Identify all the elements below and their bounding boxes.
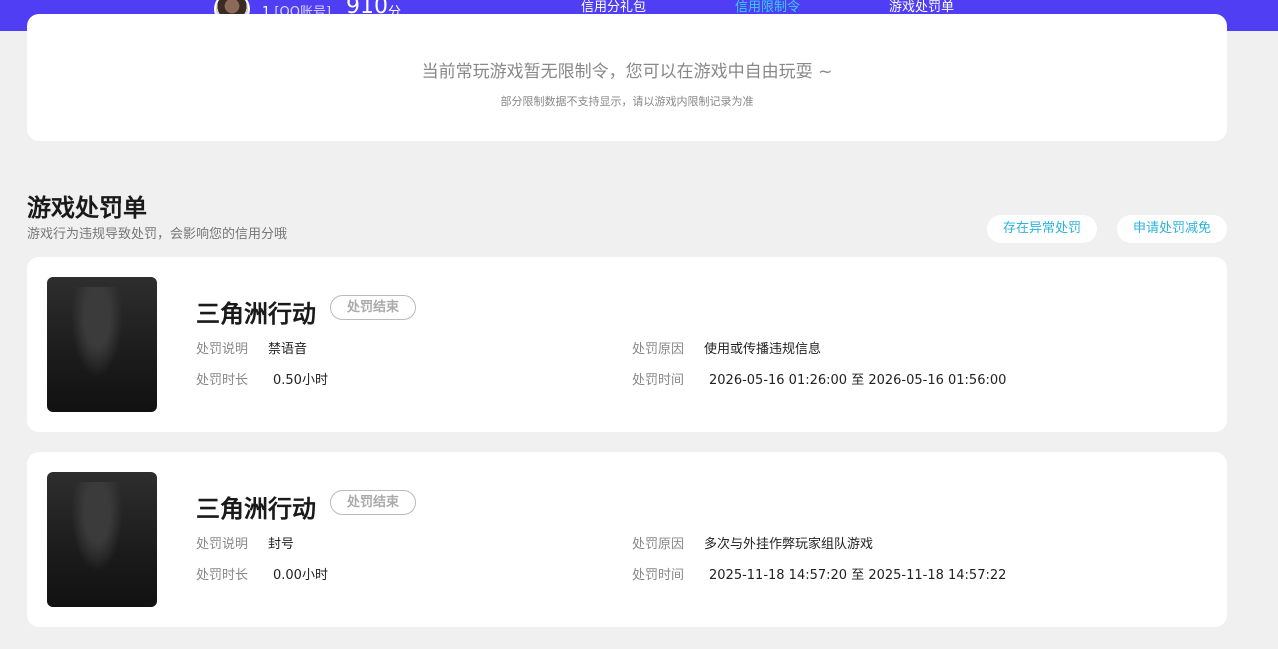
restriction-notice-subtext: 部分限制数据不支持显示，请以游戏内限制记录为准 [500, 95, 754, 108]
reason-label: 处罚原因 [632, 537, 685, 552]
section-subtitle: 游戏行为违规导致处罚，会影响您的信用分哦 [27, 227, 288, 242]
time-value: 2026-05-16 01:26:00 至 2026-05-16 01:56:0… [709, 373, 1007, 388]
desc-value: 禁语音 [268, 342, 308, 357]
section-title: 游戏处罚单 [27, 194, 147, 222]
reason-value: 使用或传播违规信息 [704, 342, 822, 357]
duration-label: 处罚时长 [196, 568, 249, 583]
game-cover-image [47, 277, 157, 412]
penalty-reduction-button[interactable]: 申请处罚减免 [1117, 215, 1227, 243]
desc-label: 处罚说明 [196, 537, 249, 552]
duration-value: 0.50小时 [273, 373, 328, 388]
restriction-notice-card: 当前常玩游戏暂无限制令，您可以在游戏中自由玩耍 ~ 部分限制数据不支持显示，请以… [27, 14, 1227, 141]
time-label: 处罚时间 [632, 568, 685, 583]
game-title: 三角洲行动 [196, 300, 316, 328]
penalty-card: 三角洲行动 处罚结束 处罚说明 禁语音 处罚时长 0.50小时 处罚原因 使用或… [27, 257, 1227, 432]
desc-label: 处罚说明 [196, 342, 249, 357]
restriction-notice-text: 当前常玩游戏暂无限制令，您可以在游戏中自由玩耍 ~ [421, 62, 833, 82]
time-label: 处罚时间 [632, 373, 685, 388]
desc-value: 封号 [268, 537, 295, 552]
status-badge: 处罚结束 [330, 295, 416, 320]
game-title: 三角洲行动 [196, 495, 316, 523]
game-cover-image [47, 472, 157, 607]
status-badge: 处罚结束 [330, 490, 416, 515]
duration-label: 处罚时长 [196, 373, 249, 388]
penalty-card: 三角洲行动 处罚结束 处罚说明 封号 处罚时长 0.00小时 处罚原因 多次与外… [27, 452, 1227, 627]
reason-label: 处罚原因 [632, 342, 685, 357]
duration-value: 0.00小时 [273, 568, 328, 583]
abnormal-penalty-button[interactable]: 存在异常处罚 [987, 215, 1097, 243]
time-value: 2025-11-18 14:57:20 至 2025-11-18 14:57:2… [709, 568, 1007, 583]
reason-value: 多次与外挂作弊玩家组队游戏 [704, 537, 874, 552]
